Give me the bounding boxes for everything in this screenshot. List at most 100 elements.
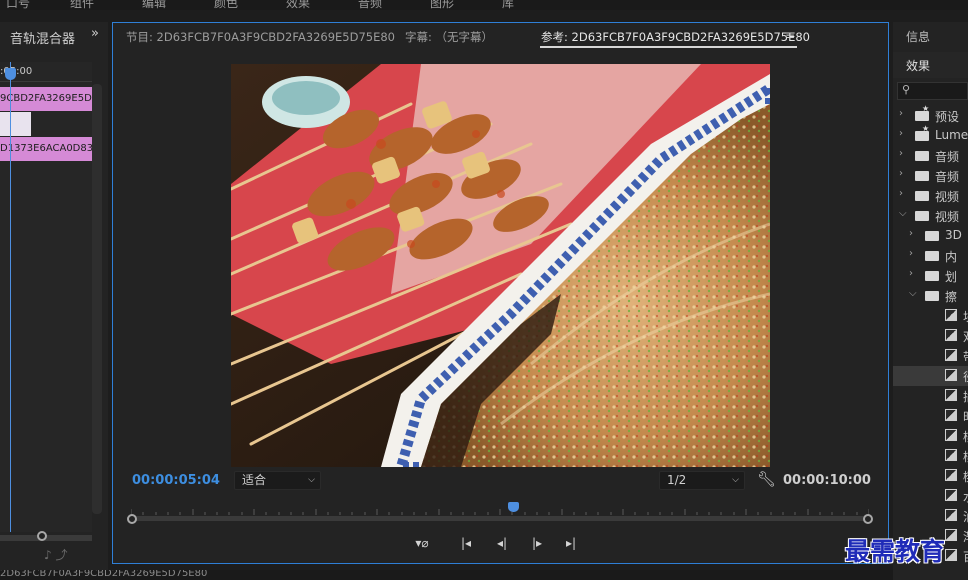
resolution-value: 1/2: [667, 473, 687, 487]
scrubber-track[interactable]: [131, 516, 869, 521]
playhead-line[interactable]: [10, 62, 11, 532]
folder-icon: [925, 251, 939, 261]
scrubber-end-handle[interactable]: [863, 514, 873, 524]
hamburger-menu-icon[interactable]: ≡: [785, 28, 795, 42]
effect-label: 时: [963, 408, 968, 425]
effect-label: 水: [963, 488, 968, 505]
tab-info[interactable]: 信息: [906, 28, 930, 45]
menu-item[interactable]: 组件: [70, 0, 94, 10]
effect-folder[interactable]: ⌵ 擦: [893, 286, 968, 306]
video-transition-icon: [945, 509, 957, 521]
step-back-icon[interactable]: ◂|: [491, 533, 513, 553]
tab-effects[interactable]: 效果: [906, 57, 930, 74]
chevron-right-icon[interactable]: ›: [899, 128, 903, 139]
effect-folder[interactable]: ⌵ 视频: [893, 206, 968, 226]
menu-item[interactable]: 音频: [358, 0, 382, 10]
monitor-controls: 00:00:05:04 适合 ⌵ 1/2 ⌵ 🔧︎ 00:00:10:00: [113, 469, 888, 499]
folder-icon: [915, 211, 929, 221]
tab-audio-track-mixer[interactable]: 音轨混合器: [10, 28, 75, 47]
menu-item[interactable]: 效果: [286, 0, 310, 10]
effect-item[interactable]: 时: [893, 406, 968, 426]
timeline-view[interactable]: :05:00 9CBD2FA3269E5D75E80 D1373E6ACA0D8…: [0, 62, 92, 532]
effects-search-input[interactable]: ⚲: [897, 82, 968, 100]
chevron-right-icon[interactable]: ›: [899, 108, 903, 119]
chevron-down-icon[interactable]: ⌵: [899, 208, 907, 219]
effect-label: 油: [963, 508, 968, 525]
timeline-clip[interactable]: [0, 112, 31, 136]
zoom-scroll-handle[interactable]: [37, 531, 47, 541]
effect-item[interactable]: 棋: [893, 426, 968, 446]
effect-item[interactable]: 棋: [893, 446, 968, 466]
chevron-right-icon[interactable]: ›: [909, 248, 913, 259]
video-transition-icon: [945, 489, 957, 501]
chevron-right-icon[interactable]: ›: [909, 268, 913, 279]
effect-folder[interactable]: › 划: [893, 266, 968, 286]
effect-folder[interactable]: › 音频: [893, 146, 968, 166]
chevron-right-icon[interactable]: ›: [899, 168, 903, 179]
menu-item[interactable]: 颜色: [214, 0, 238, 10]
marker-icon[interactable]: ▾⌀: [411, 533, 433, 553]
timeline-clip[interactable]: D1373E6ACA0D83: [0, 137, 92, 161]
video-transition-icon: [945, 389, 957, 401]
effect-item[interactable]: 径: [893, 366, 968, 386]
vertical-scrollbar[interactable]: [92, 84, 102, 514]
effect-label: 棋: [963, 448, 968, 465]
menu-item[interactable]: 图形: [430, 0, 454, 10]
menu-item[interactable]: 库: [502, 0, 514, 10]
chevron-right-icon[interactable]: ›: [909, 228, 913, 239]
tab-reference-monitor[interactable]: 参考: 2D63FCB7F0A3F9CBD2FA3269E5D75E80: [541, 29, 810, 45]
effect-item[interactable]: 水: [893, 486, 968, 506]
chevrons-right-icon[interactable]: »: [91, 26, 99, 41]
tab-program-monitor[interactable]: 节目: 2D63FCB7F0A3F9CBD2FA3269E5D75E80: [126, 29, 395, 45]
go-to-in-icon[interactable]: |◂: [455, 533, 477, 553]
chevron-down-icon[interactable]: ⌵: [909, 288, 917, 299]
effect-label: 音频: [935, 170, 960, 184]
step-forward-icon[interactable]: |▸: [526, 533, 548, 553]
playhead-handle[interactable]: [507, 502, 519, 512]
effect-item[interactable]: 油: [893, 506, 968, 526]
effect-label: 渐: [963, 528, 968, 545]
chevron-right-icon[interactable]: ›: [899, 148, 903, 159]
track-tool-icons[interactable]: ♪ ⤴: [44, 546, 67, 563]
effect-item[interactable]: 带: [893, 346, 968, 366]
effect-folder[interactable]: › 预设: [893, 104, 968, 126]
preset-folder-icon: [915, 104, 929, 121]
go-to-out-icon[interactable]: ▸|: [560, 533, 582, 553]
effect-folder[interactable]: › 视频: [893, 186, 968, 206]
current-timecode[interactable]: 00:00:05:04: [132, 473, 220, 488]
zoom-level-value: 适合: [242, 473, 267, 487]
effect-label: 视频: [935, 190, 960, 204]
menu-item[interactable]: 编辑: [142, 0, 166, 10]
effect-label: Lume: [935, 128, 968, 142]
effect-item[interactable]: 插: [893, 386, 968, 406]
effects-tree: ›预设›Lume›音频›音频›视频⌵视频›3D›内›划⌵擦块双带径插时棋棋楔水油…: [893, 104, 968, 566]
effect-item[interactable]: 楔: [893, 466, 968, 486]
effect-item[interactable]: 双: [893, 326, 968, 346]
effect-label: 楔: [963, 468, 968, 485]
folder-icon: [925, 271, 939, 281]
chevron-right-icon[interactable]: ›: [899, 188, 903, 199]
effect-label: 划: [945, 270, 958, 284]
bottom-panel-strip: 2D63FCB7F0A3F9CBD2FA3269E5D75E80: [0, 570, 893, 580]
playback-resolution-select[interactable]: 1/2 ⌵: [659, 471, 745, 490]
effect-folder[interactable]: › 内: [893, 246, 968, 266]
effect-label: 预设: [935, 110, 960, 124]
timeline-scrubber[interactable]: [127, 501, 873, 525]
scrubber-start-handle[interactable]: [127, 514, 137, 524]
timeline-clip[interactable]: 9CBD2FA3269E5D75E80: [0, 87, 92, 111]
effect-label: 擦: [945, 290, 958, 304]
effects-panel: 信息 效果 ⚲ ›预设›Lume›音频›音频›视频⌵视频›3D›内›划⌵擦块双带…: [893, 22, 968, 580]
bottom-panel-title[interactable]: 2D63FCB7F0A3F9CBD2FA3269E5D75E80: [0, 570, 207, 579]
effect-folder[interactable]: › Lume: [893, 124, 968, 146]
chevron-down-icon: ⌵: [732, 475, 739, 485]
duration-timecode: 00:00:10:00: [783, 473, 871, 488]
zoom-level-select[interactable]: 适合 ⌵: [234, 471, 321, 490]
effect-folder[interactable]: › 3D: [893, 226, 968, 246]
effect-folder[interactable]: › 音频: [893, 166, 968, 186]
playhead-handle[interactable]: [5, 68, 16, 80]
search-icon: ⚲: [902, 83, 911, 96]
effect-item[interactable]: 块: [893, 306, 968, 326]
wrench-settings-icon[interactable]: 🔧︎: [757, 470, 776, 488]
menu-item[interactable]: 口号: [6, 0, 30, 10]
tab-captions[interactable]: 字幕: （无字幕）: [405, 29, 493, 45]
